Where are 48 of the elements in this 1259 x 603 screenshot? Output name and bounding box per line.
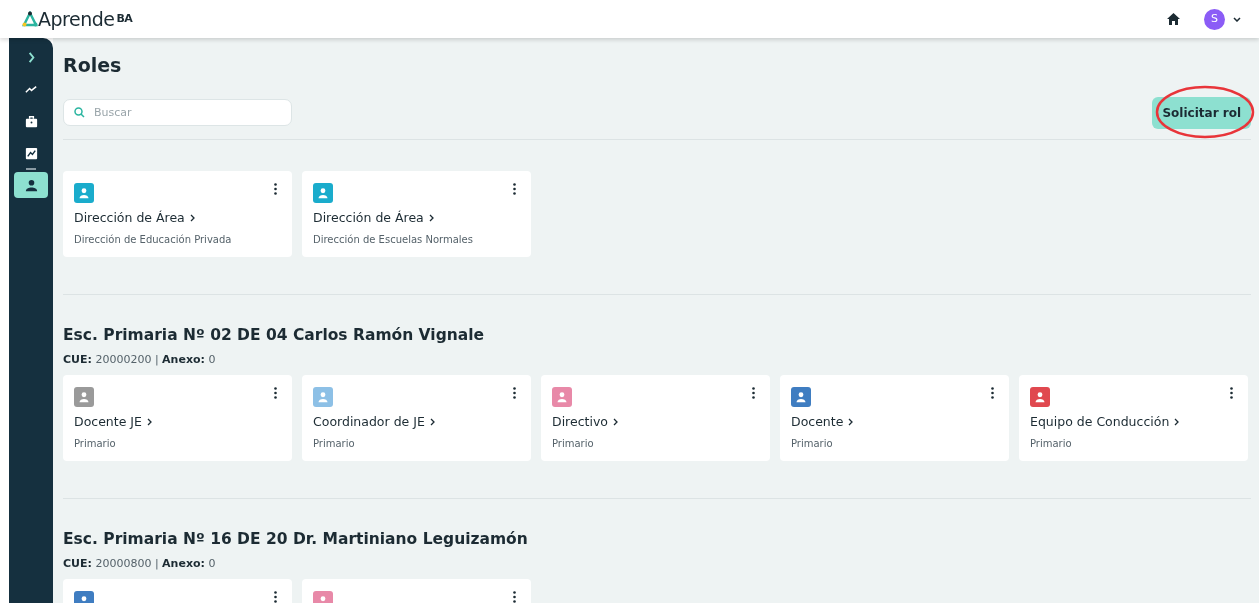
chevron-right-icon (428, 214, 434, 223)
role-title[interactable]: Equipo de Conducción (1030, 412, 1170, 432)
role-title[interactable]: Coordinador de JE (313, 412, 425, 432)
more-options-icon[interactable] (274, 386, 277, 399)
section-title: Esc. Primaria Nº 02 DE 04 Carlos Ramón Vignale (63, 325, 486, 345)
role-subtitle: Dirección de Educación Privada (74, 232, 233, 247)
more-options-icon[interactable] (991, 386, 994, 399)
role-title[interactable]: Directivo (552, 412, 608, 432)
role-subtitle: Primario (74, 436, 117, 451)
more-options-icon[interactable] (513, 591, 516, 603)
page-title: Roles (63, 54, 123, 77)
school-info: CUE: 20000800 | Anexo: 0 (63, 556, 217, 573)
role-subtitle: Primario (552, 436, 595, 451)
more-options-icon[interactable] (274, 591, 277, 603)
sidebar-item[interactable] (14, 172, 48, 198)
user-avatar[interactable]: S (1204, 8, 1225, 30)
logo-icon (22, 11, 38, 27)
role-subtitle: Dirección de Escuelas Normales (313, 232, 474, 247)
role-title[interactable]: Docente JE (74, 412, 142, 432)
chevron-right-icon (612, 418, 618, 427)
role-title[interactable]: Docente (791, 412, 844, 432)
chart-icon (23, 145, 39, 161)
chevron-right-icon (146, 418, 152, 427)
more-options-icon[interactable] (513, 386, 516, 399)
school-info: CUE: 20000200 | Anexo: 0 (63, 352, 217, 369)
more-options-icon[interactable] (1230, 386, 1233, 399)
person-icon (23, 177, 39, 193)
search-field[interactable]: Buscar (63, 99, 292, 127)
role-title[interactable]: Dirección de Área (74, 208, 185, 228)
search-icon (74, 107, 85, 119)
role-subtitle: Primario (791, 436, 834, 451)
role-subtitle: Primario (313, 436, 356, 451)
briefcase-icon (23, 113, 39, 129)
more-options-icon[interactable] (752, 386, 755, 399)
section-title: Esc. Primaria Nº 16 DE 20 Dr. Martiniano Leguizamón (63, 529, 529, 549)
app-logo-text: Aprende (38, 6, 115, 32)
chevron-right-icon (189, 214, 195, 223)
role-title[interactable]: Dirección de Área (313, 208, 424, 228)
request-role-button[interactable]: Solicitar rol (1152, 96, 1251, 129)
chevron-right-icon (429, 418, 435, 427)
app-logo-suffix: BA (116, 10, 133, 27)
chevron-down-icon[interactable] (1233, 16, 1241, 22)
more-options-icon[interactable] (274, 182, 277, 195)
more-options-icon[interactable] (513, 182, 516, 195)
role-subtitle: Primario (1030, 436, 1073, 451)
chevron-right-icon (848, 418, 854, 427)
chevron-right-icon (1174, 418, 1180, 427)
home-icon[interactable] (1167, 13, 1180, 25)
